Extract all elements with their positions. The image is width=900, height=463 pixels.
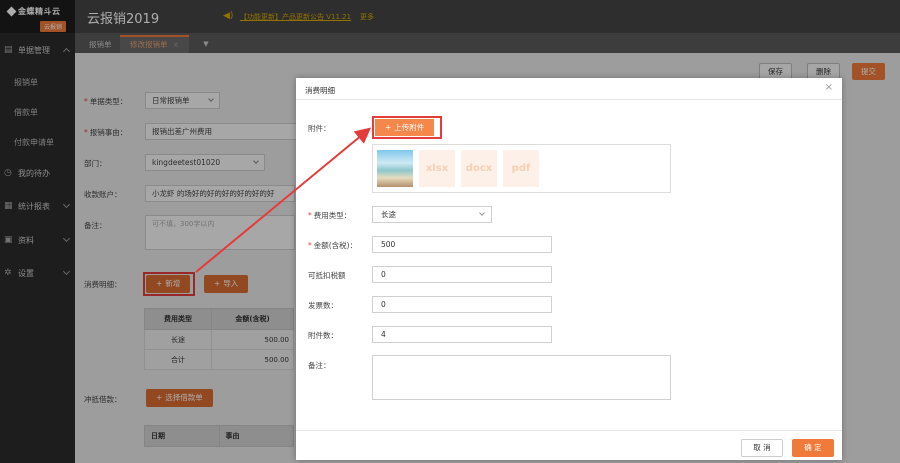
- remark-textarea[interactable]: [372, 355, 671, 400]
- attach-label: 附件：: [308, 124, 331, 133]
- close-icon[interactable]: ×: [825, 82, 833, 93]
- invoice-count-input[interactable]: 0: [372, 296, 552, 313]
- image-thumbnail[interactable]: [377, 150, 413, 187]
- modal-header: 消费明细 ×: [296, 78, 842, 100]
- expense-detail-modal: 消费明细 × 附件： + 上传附件 xlsx docx pdf * 费用类型： 长途…: [296, 78, 842, 460]
- deductible-label: 可抵扣税额: [308, 271, 346, 280]
- attach-count-input[interactable]: 4: [372, 326, 552, 343]
- xlsx-file-icon[interactable]: xlsx: [419, 150, 455, 187]
- modal-footer: 取 消 确 定: [296, 430, 842, 460]
- fee-type-label: * 费用类型：: [308, 211, 352, 220]
- amount-input[interactable]: 500: [372, 236, 552, 253]
- cancel-button[interactable]: 取 消: [741, 439, 783, 457]
- attach-count-label: 附件数：: [308, 331, 338, 340]
- highlight-box: [372, 116, 442, 139]
- pdf-file-icon[interactable]: pdf: [503, 150, 539, 187]
- attachment-list: xlsx docx pdf: [372, 144, 671, 193]
- modal-title: 消费明细: [305, 86, 335, 95]
- invoice-count-label: 发票数：: [308, 301, 338, 310]
- chevron-down-icon: [479, 210, 485, 216]
- amount-label: * 金额(含税)：: [308, 241, 358, 250]
- docx-file-icon[interactable]: docx: [461, 150, 497, 187]
- fee-type-select[interactable]: 长途: [372, 206, 492, 223]
- deductible-input[interactable]: 0: [372, 266, 552, 283]
- remark-label: 备注：: [308, 361, 331, 370]
- ok-button[interactable]: 确 定: [792, 439, 834, 457]
